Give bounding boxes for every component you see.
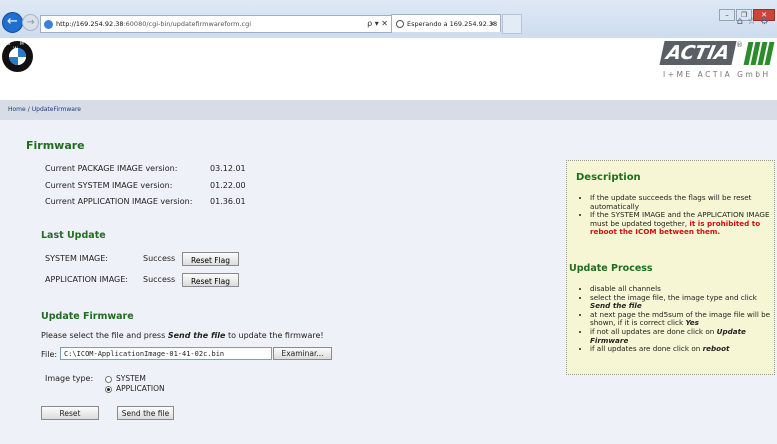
reset-button[interactable]: Reset: [41, 406, 99, 420]
description-heading: Description: [576, 172, 641, 183]
version-label: Current APPLICATION IMAGE version:: [45, 197, 193, 206]
description-panel: Description If the update succeeds the f…: [566, 160, 775, 375]
process-step: at next page the md5sum of the image fil…: [590, 309, 777, 328]
back-button[interactable]: ←: [2, 12, 23, 33]
loading-spinner-icon: [396, 20, 404, 28]
radio-system-label: SYSTEM: [116, 374, 146, 383]
version-value: 03.12.01: [210, 164, 246, 173]
description-text: If the update succeeds the flags will be…: [590, 193, 752, 211]
description-item: If the SYSTEM IMAGE and the APPLICATION …: [590, 210, 777, 237]
system-version-row: Current SYSTEM IMAGE version: 01.22.00: [45, 181, 246, 190]
process-text: if all updates are done click on: [590, 344, 703, 354]
radio-system-option[interactable]: SYSTEM: [105, 374, 146, 383]
flag-label: APPLICATION IMAGE:: [45, 275, 128, 284]
address-tools[interactable]: ρ ▾ ✕: [367, 16, 388, 32]
breadcrumb-home-link[interactable]: Home: [8, 106, 26, 113]
version-label: Current PACKAGE IMAGE version:: [45, 164, 178, 173]
breadcrumb: Home / UpdateFirmware: [0, 100, 777, 120]
description-list: If the update succeeds the flags will be…: [581, 193, 777, 237]
update-process-heading: Update Process: [569, 263, 653, 274]
breadcrumb-separator: /: [27, 106, 30, 113]
file-path-input[interactable]: C:\ICOM-ApplicationImage-01-41-02c.bin: [60, 347, 272, 360]
url-host: http://169.254.92.38: [56, 20, 124, 28]
minimize-button[interactable]: –: [719, 9, 735, 21]
main-content: Firmware Current PACKAGE IMAGE version: …: [0, 120, 777, 444]
home-favorites-settings-icons[interactable]: ⌂☆⚙: [737, 16, 773, 27]
process-emphasis: reboot: [702, 344, 730, 354]
radio-application-option[interactable]: APPLICATION: [105, 384, 165, 393]
actia-stripes-icon: [743, 42, 775, 65]
browse-button[interactable]: Examinar...: [273, 347, 332, 360]
flag-status: Success: [143, 275, 176, 284]
last-update-heading: Last Update: [41, 230, 106, 241]
send-file-button[interactable]: Send the file: [117, 406, 174, 420]
process-step: if not all updates are done click on Upd…: [590, 327, 777, 345]
process-text: at next page the md5sum of the image fil…: [590, 309, 771, 328]
breadcrumb-current-link[interactable]: UpdateFirmware: [32, 106, 81, 113]
version-value: 01.22.00: [210, 181, 246, 190]
reset-flag-system-button[interactable]: Reset Flag: [182, 252, 239, 266]
browser-tab[interactable]: Esperando a 169.254.92.38 ✕: [391, 14, 501, 32]
browser-chrome: ← → http://169.254.92.38:60080/cgi-bin/u…: [0, 0, 777, 39]
image-type-label: Image type:: [45, 374, 94, 383]
bmw-logo: B M W: [2, 41, 33, 72]
description-item: If the update succeeds the flags will be…: [590, 193, 777, 211]
instructions-emphasis: Send the file: [167, 331, 226, 340]
address-bar[interactable]: http://169.254.92.38:60080/cgi-bin/updat…: [40, 15, 392, 33]
update-firmware-heading: Update Firmware: [41, 311, 134, 322]
instructions-text-end: to update the firmware!: [225, 331, 324, 340]
registered-mark: ®: [736, 41, 743, 49]
reset-flag-application-button[interactable]: Reset Flag: [182, 273, 239, 287]
file-label: File:: [41, 350, 58, 359]
instructions-text: Please select the file and press: [41, 331, 168, 340]
radio-application[interactable]: [105, 385, 112, 393]
application-image-flag-row: APPLICATION IMAGE: Success: [45, 275, 175, 284]
actia-subtitle: I+ME ACTIA GmbH: [663, 70, 771, 79]
ie-page-icon: [44, 19, 53, 29]
system-image-flag-row: SYSTEM IMAGE: Success: [45, 254, 175, 263]
radio-application-label: APPLICATION: [116, 384, 165, 393]
application-version-row: Current APPLICATION IMAGE version: 01.36…: [45, 197, 246, 206]
package-version-row: Current PACKAGE IMAGE version: 03.12.01: [45, 164, 246, 173]
tab-close-button[interactable]: ✕: [490, 15, 495, 33]
new-tab-button[interactable]: [502, 14, 522, 34]
firmware-heading: Firmware: [26, 139, 85, 152]
process-step: select the image file, the image type an…: [590, 293, 777, 311]
version-value: 01.36.01: [210, 197, 246, 206]
radio-system[interactable]: [105, 375, 112, 383]
tab-title: Esperando a 169.254.92.38: [407, 20, 498, 28]
forward-button[interactable]: →: [22, 14, 39, 31]
process-step: if all updates are done click on reboot: [590, 344, 777, 354]
flag-label: SYSTEM IMAGE:: [45, 254, 108, 263]
update-instructions: Please select the file and press Send th…: [41, 331, 324, 340]
page-header: B M W ACTIA ® I+ME ACTIA GmbH: [0, 38, 777, 100]
url-path: :60080/cgi-bin/updatefirmwareform.cgi: [123, 20, 252, 28]
process-list: disable all channels select the image fi…: [581, 284, 777, 354]
actia-logo: ACTIA: [659, 41, 737, 65]
version-label: Current SYSTEM IMAGE version:: [45, 181, 173, 190]
flag-status: Success: [143, 254, 176, 263]
